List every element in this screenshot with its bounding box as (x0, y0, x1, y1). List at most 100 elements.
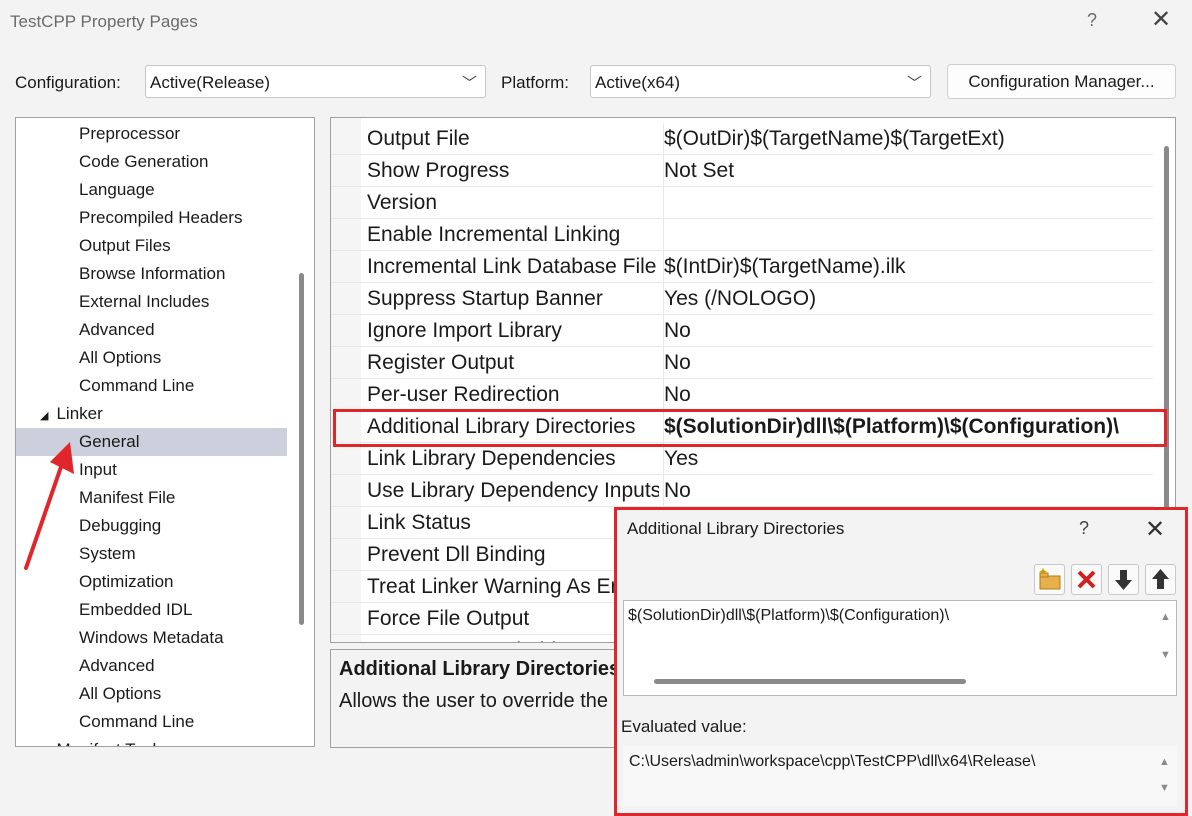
property-name: Use Library Dependency Inputs (367, 479, 659, 502)
platform-value: Active(x64) (595, 73, 681, 92)
tree-item-label: Windows Metadata (79, 628, 224, 647)
property-row[interactable]: Use Library Dependency Inputs No (331, 475, 1153, 507)
configuration-value: Active(Release) (150, 73, 270, 92)
tree-item[interactable]: Precompiled Headers (16, 204, 287, 232)
help-button[interactable]: ? (1080, 10, 1104, 34)
property-row[interactable]: Per-user Redirection No (331, 379, 1153, 411)
tree-item[interactable]: Windows Metadata (16, 624, 287, 652)
property-value[interactable] (663, 219, 1155, 251)
configuration-dropdown[interactable]: Active(Release) ﹀ (145, 65, 486, 98)
tree-item-label: Embedded IDL (79, 600, 193, 619)
property-value[interactable]: No (663, 347, 1155, 379)
scroll-down-icon[interactable]: ▼ (1159, 782, 1170, 794)
tree-item-label: Advanced (79, 656, 155, 675)
platform-dropdown[interactable]: Active(x64) ﹀ (590, 65, 931, 98)
directories-edit-value[interactable]: $(SolutionDir)dll\$(Platform)\$(Configur… (628, 607, 949, 625)
tree-scrollbar-thumb[interactable] (299, 273, 304, 625)
scroll-up-icon[interactable]: ▲ (1159, 756, 1170, 768)
tree-item[interactable]: External Includes (16, 288, 287, 316)
tree-item[interactable]: Preprocessor (16, 120, 287, 148)
property-value[interactable]: No (663, 475, 1155, 507)
property-value[interactable]: Yes (/NOLOGO) (663, 283, 1155, 315)
new-folder-icon: ✦ (1038, 565, 1061, 590)
property-row[interactable]: Link Library Dependencies Yes (331, 443, 1153, 475)
property-row[interactable]: Incremental Link Database File $(IntDir)$… (331, 251, 1153, 283)
property-row[interactable]: Version (331, 187, 1153, 219)
tree-item-label: Output Files (79, 236, 171, 255)
tree-item[interactable]: Embedded IDL (16, 596, 287, 624)
tree-item-label: System (79, 544, 136, 563)
tree-item[interactable]: All Options (16, 344, 287, 372)
tree-item[interactable]: Language (16, 176, 287, 204)
tree-item-label: Browse Information (79, 264, 226, 283)
property-value[interactable]: No (663, 315, 1155, 347)
tree-item[interactable]: Output Files (16, 232, 287, 260)
move-down-icon (1115, 570, 1132, 590)
tree-item[interactable]: Command Line (16, 708, 287, 736)
property-name: Link Library Dependencies (367, 447, 616, 470)
property-value[interactable]: $(OutDir)$(TargetName)$(TargetExt) (663, 123, 1155, 155)
tree-item[interactable]: Browse Information (16, 260, 287, 288)
tree-item-label: Advanced (79, 320, 155, 339)
property-name: Incremental Link Database File (367, 255, 657, 278)
close-button[interactable]: ✕ (1148, 8, 1174, 34)
tree-item[interactable]: ◢ Linker (40, 400, 310, 428)
dialog-help-button[interactable]: ? (1079, 518, 1089, 539)
tree-item-label: Manifest File (79, 488, 176, 507)
configuration-label: Configuration: (15, 73, 121, 92)
property-row[interactable]: Ignore Import Library No (331, 315, 1153, 347)
title-bar: TestCPP Property Pages ? ✕ (0, 0, 1192, 46)
tree-item[interactable]: Code Generation (16, 148, 287, 176)
tree-item-label: Input (79, 460, 117, 479)
new-line-button[interactable]: ✦ (1034, 564, 1065, 595)
property-row[interactable]: Register Output No (331, 347, 1153, 379)
property-row[interactable]: Enable Incremental Linking (331, 219, 1153, 251)
property-value[interactable]: Not Set (663, 155, 1155, 187)
chevron-down-icon: ﹀ (461, 75, 477, 92)
property-value[interactable] (663, 187, 1155, 219)
directories-edit-box[interactable]: $(SolutionDir)dll\$(Platform)\$(Configur… (623, 600, 1177, 696)
tree-item-label: External Includes (79, 292, 210, 311)
tree-item-label: All Options (79, 684, 162, 703)
property-name: Version (367, 191, 438, 214)
delete-line-button[interactable] (1071, 564, 1102, 595)
configuration-manager-button[interactable]: Configuration Manager... (947, 64, 1176, 99)
move-up-button[interactable] (1145, 564, 1176, 595)
delete-icon (1077, 570, 1096, 589)
window-title: TestCPP Property Pages (10, 12, 198, 31)
property-name: Per-user Redirection (367, 383, 560, 406)
tree-item-label: Command Line (79, 712, 195, 731)
tree-item[interactable]: ▷ Manifest Tool (40, 736, 310, 747)
property-row[interactable]: Show Progress Not Set (331, 155, 1153, 187)
edit-hscrollbar-thumb[interactable] (654, 679, 966, 684)
property-name: Ignore Import Library (367, 319, 562, 342)
move-down-button[interactable] (1108, 564, 1139, 595)
property-name: Register Output (367, 351, 515, 374)
platform-label: Platform: (501, 73, 570, 92)
tree-item-label: Precompiled Headers (79, 208, 243, 227)
tree-item[interactable]: Advanced (16, 652, 287, 680)
evaluated-value-box: C:\Users\admin\workspace\cpp\TestCPP\dll… (623, 746, 1177, 806)
tree-expander-icon[interactable]: ◢ (40, 410, 48, 422)
tree-expander-icon[interactable]: ▷ (40, 746, 48, 747)
svg-text:✦: ✦ (1038, 565, 1048, 579)
scroll-up-icon[interactable]: ▲ (1160, 611, 1171, 623)
scroll-down-icon[interactable]: ▼ (1160, 649, 1171, 661)
tree-item[interactable]: Command Line (16, 372, 287, 400)
tree-item-label: All Options (79, 348, 162, 367)
property-value[interactable]: $(IntDir)$(TargetName).ilk (663, 251, 1155, 283)
dialog-close-button[interactable]: ✕ (1145, 515, 1165, 544)
tree-item[interactable]: All Options (16, 680, 287, 708)
property-row[interactable]: Output File $(OutDir)$(TargetName)$(Targe… (331, 123, 1153, 155)
dialog-title: Additional Library Directories (627, 519, 845, 538)
annotation-arrow-icon (24, 442, 74, 570)
property-name: Output File (367, 127, 470, 150)
property-row[interactable]: Suppress Startup Banner Yes (/NOLOGO) (331, 283, 1153, 315)
property-name: Enable Incremental Linking (367, 223, 621, 246)
property-value[interactable]: No (663, 379, 1155, 411)
tree-item-label: Debugging (79, 516, 162, 535)
description-title: Additional Library Directories (339, 658, 621, 680)
property-tree[interactable]: Preprocessor Code Generation Language Preco… (15, 117, 315, 747)
property-value[interactable]: Yes (663, 443, 1155, 475)
tree-item[interactable]: Advanced (16, 316, 287, 344)
